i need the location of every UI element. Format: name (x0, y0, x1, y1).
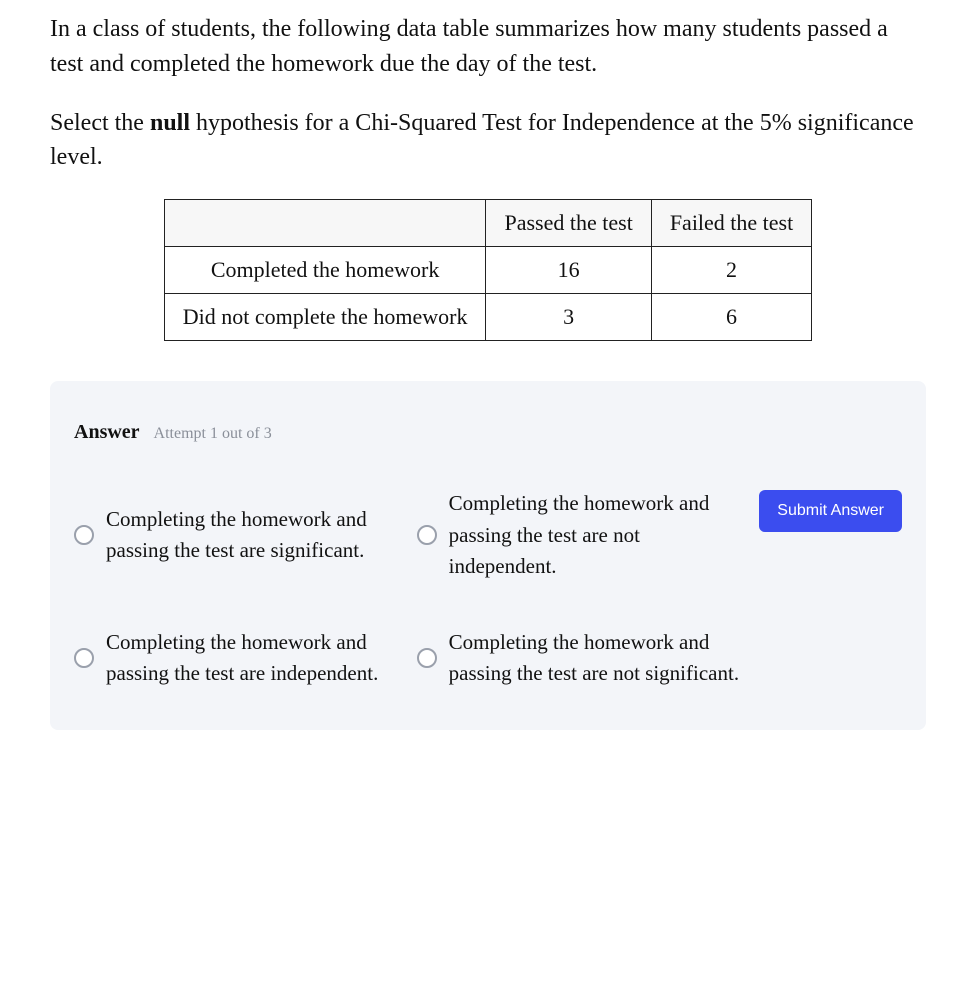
answer-option-1[interactable]: Completing the homework and passing the … (74, 488, 397, 583)
table-row-label: Did not complete the homework (164, 294, 486, 341)
option-text: Completing the homework and passing the … (449, 627, 740, 690)
radio-icon (417, 525, 437, 545)
prompt-paragraph-1: In a class of students, the following da… (50, 12, 926, 82)
radio-icon (74, 648, 94, 668)
options-grid: Completing the homework and passing the … (74, 488, 739, 690)
answer-header: Answer Attempt 1 out of 3 (74, 421, 902, 444)
prompt-p2-bold: null (150, 110, 190, 136)
submit-answer-button[interactable]: Submit Answer (759, 490, 902, 532)
prompt-paragraph-2: Select the null hypothesis for a Chi-Squ… (50, 106, 926, 176)
table-cell: 16 (486, 247, 651, 294)
table-row-label: Completed the homework (164, 247, 486, 294)
data-table: Passed the test Failed the test Complete… (164, 199, 812, 341)
submit-column: Submit Answer (759, 488, 902, 532)
option-text: Completing the homework and passing the … (106, 504, 397, 567)
answer-option-4[interactable]: Completing the homework and passing the … (417, 627, 740, 690)
option-text: Completing the homework and passing the … (106, 627, 397, 690)
table-col-header: Failed the test (651, 200, 811, 247)
table-col-header: Passed the test (486, 200, 651, 247)
prompt-p2-pre: Select the (50, 110, 150, 136)
table-row: Completed the homework 16 2 (164, 247, 811, 294)
table-cell: 3 (486, 294, 651, 341)
table-cell: 6 (651, 294, 811, 341)
answer-panel: Answer Attempt 1 out of 3 Completing the… (50, 381, 926, 730)
table-corner-cell (164, 200, 486, 247)
radio-icon (417, 648, 437, 668)
answer-label: Answer (74, 421, 140, 444)
table-cell: 2 (651, 247, 811, 294)
answer-option-3[interactable]: Completing the homework and passing the … (74, 627, 397, 690)
answer-body: Completing the homework and passing the … (74, 488, 902, 690)
answer-option-2[interactable]: Completing the homework and passing the … (417, 488, 740, 583)
table-row: Did not complete the homework 3 6 (164, 294, 811, 341)
question-card: In a class of students, the following da… (0, 0, 976, 770)
option-text: Completing the homework and passing the … (449, 488, 740, 583)
table-header-row: Passed the test Failed the test (164, 200, 811, 247)
question-prompt: In a class of students, the following da… (50, 12, 926, 175)
attempt-counter: Attempt 1 out of 3 (154, 425, 272, 443)
radio-icon (74, 525, 94, 545)
